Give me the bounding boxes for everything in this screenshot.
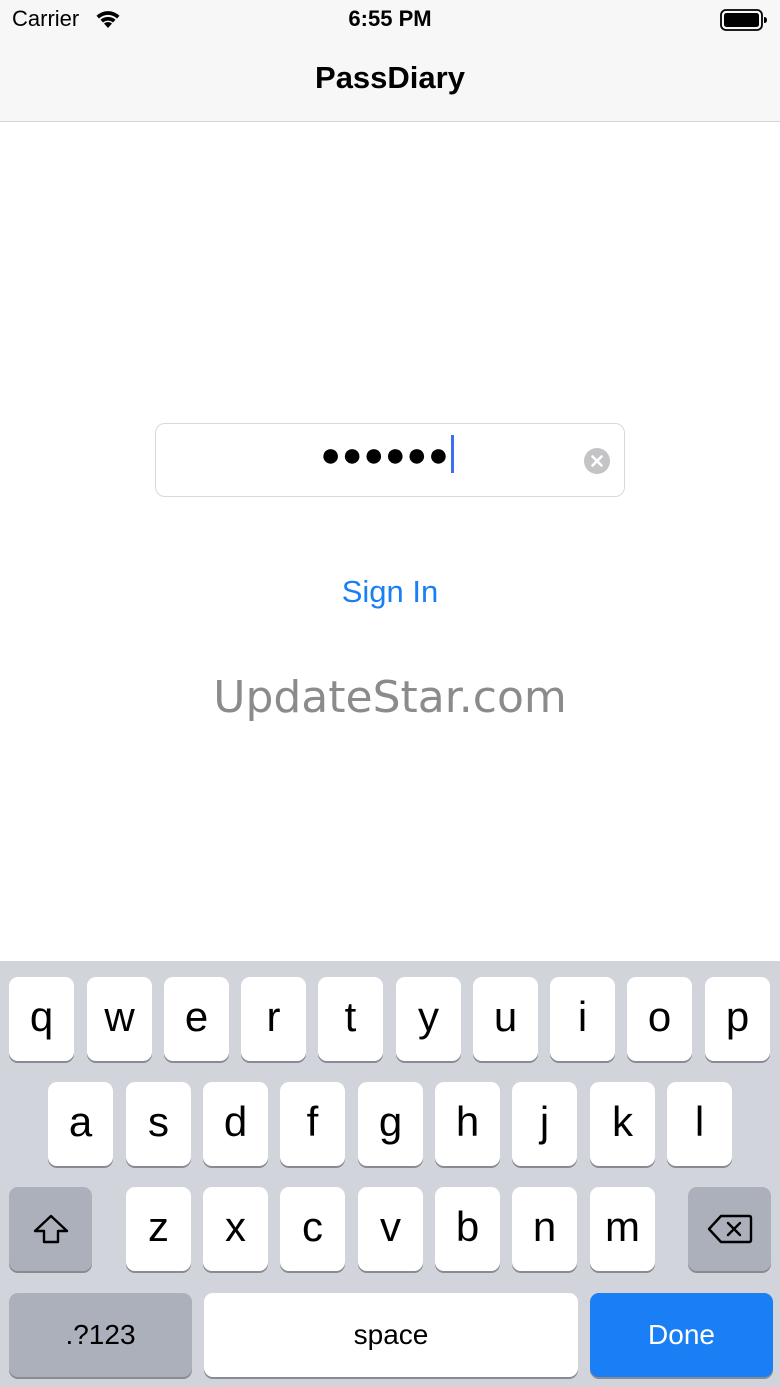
key-d[interactable]: d (203, 1082, 268, 1166)
clear-text-icon[interactable] (584, 448, 610, 474)
text-caret (450, 435, 454, 474)
key-v[interactable]: v (358, 1187, 423, 1271)
key-m[interactable]: m (590, 1187, 655, 1271)
key-j[interactable]: j (512, 1082, 577, 1166)
page-title: PassDiary (315, 60, 465, 95)
battery-icon (720, 9, 768, 31)
numbers-key[interactable]: .?123 (9, 1293, 192, 1377)
key-o[interactable]: o (627, 977, 692, 1061)
shift-key[interactable] (9, 1187, 92, 1271)
space-key[interactable]: space (204, 1293, 578, 1377)
key-c[interactable]: c (280, 1187, 345, 1271)
key-z[interactable]: z (126, 1187, 191, 1271)
key-n[interactable]: n (512, 1187, 577, 1271)
key-i[interactable]: i (550, 977, 615, 1061)
key-r[interactable]: r (241, 977, 306, 1061)
password-dots: ●●●●●● (320, 436, 450, 474)
password-input-value[interactable]: ●●●●●● (156, 435, 626, 476)
key-b[interactable]: b (435, 1187, 500, 1271)
key-t[interactable]: t (318, 977, 383, 1061)
key-w[interactable]: w (87, 977, 152, 1061)
key-l[interactable]: l (667, 1082, 732, 1166)
status-bar: Carrier 6:55 PM (0, 0, 780, 40)
clock: 6:55 PM (348, 6, 432, 31)
key-k[interactable]: k (590, 1082, 655, 1166)
key-y[interactable]: y (396, 977, 461, 1061)
key-p[interactable]: p (705, 977, 770, 1061)
watermark-text: UpdateStar.com (213, 672, 567, 723)
password-field[interactable]: ●●●●●● (155, 423, 625, 497)
key-f[interactable]: f (280, 1082, 345, 1166)
key-e[interactable]: e (164, 977, 229, 1061)
key-g[interactable]: g (358, 1082, 423, 1166)
key-h[interactable]: h (435, 1082, 500, 1166)
sign-in-button[interactable]: Sign In (0, 574, 780, 610)
navigation-bar: PassDiary (0, 40, 780, 122)
key-q[interactable]: q (9, 977, 74, 1061)
keyboard: q w e r t y u i o p a s d f g h j k l z … (0, 961, 780, 1387)
done-key[interactable]: Done (590, 1293, 773, 1377)
key-s[interactable]: s (126, 1082, 191, 1166)
key-u[interactable]: u (473, 977, 538, 1061)
backspace-key[interactable] (688, 1187, 771, 1271)
key-x[interactable]: x (203, 1187, 268, 1271)
key-a[interactable]: a (48, 1082, 113, 1166)
